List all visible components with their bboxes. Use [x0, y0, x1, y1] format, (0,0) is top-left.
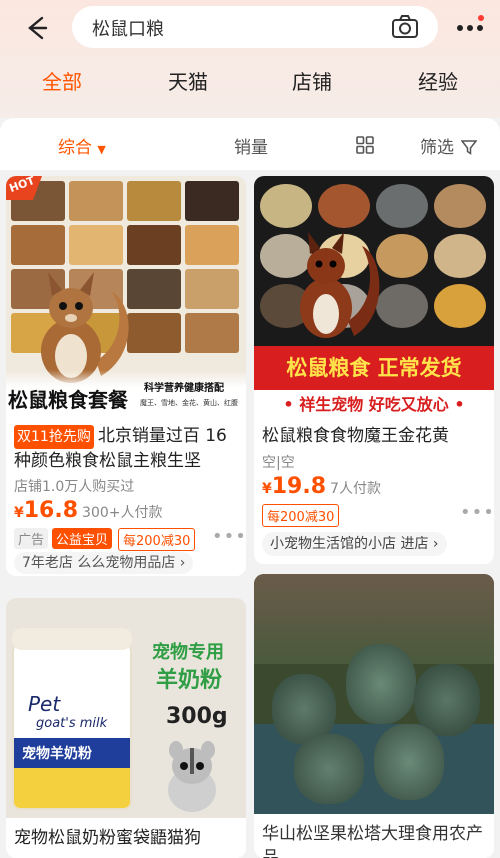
product-card-3[interactable]: Pet goat's milk 宠物羊奶粉 宠物专用 羊奶粉 300g 宠物松鼠…: [6, 598, 246, 858]
milk-can: Pet goat's milk 宠物羊奶粉: [12, 628, 132, 810]
pinecone: [414, 664, 480, 736]
price-value: 19.8: [271, 474, 327, 499]
image-caption-tiny: 魔王、雪地、金花、黄山、红腹: [140, 399, 238, 407]
image-caption-small: 科学营养健康搭配: [144, 383, 224, 394]
more-icon[interactable]: [455, 14, 485, 40]
pinecone: [374, 724, 444, 800]
product-title-2[interactable]: 松鼠粮食食物魔王金花黄: [262, 424, 488, 448]
price-row-1: ¥16.8 300+人付款: [14, 498, 162, 523]
tab-tmall[interactable]: 天猫: [148, 66, 228, 95]
discount-tag: 每200减30: [262, 504, 340, 527]
currency: ¥: [262, 481, 272, 497]
can-goat: goat's milk: [36, 716, 108, 731]
sugar-glider-illustration: [168, 741, 216, 812]
product-image-3[interactable]: Pet goat's milk 宠物羊奶粉 宠物专用 羊奶粉 300g: [6, 598, 246, 818]
product-card-4[interactable]: 华山松坚果松塔大理食用农产品: [254, 574, 494, 858]
filter-button[interactable]: 筛选: [420, 133, 478, 158]
caret-down-icon: ▼: [97, 143, 106, 156]
price-row-2: ¥19.8 7人付款: [262, 474, 381, 499]
filter-bar: 综合 ▼ 销量 筛选: [0, 118, 500, 170]
sold-count: 7人付款: [330, 481, 381, 497]
product-card-2[interactable]: 松鼠粮食 正常发货 • 祥生宠物 好吃又放心 • 松鼠粮食食物魔王金花黄 空|空…: [254, 176, 494, 564]
search-bar[interactable]: 松鼠口粮: [72, 6, 438, 48]
currency: ¥: [14, 505, 24, 521]
shop-link-2[interactable]: 小宠物生活馆的小店 进店 ›: [262, 532, 447, 556]
squirrel-illustration-2: [300, 232, 380, 338]
squirrel-illustration: [41, 272, 129, 383]
price-value: 16.8: [23, 498, 79, 523]
charity-tag: 公益宝贝: [52, 528, 113, 549]
slogan-bar: • 祥生宠物 好吃又放心 •: [254, 390, 494, 414]
grid-view-icon[interactable]: [356, 136, 374, 154]
tab-shops[interactable]: 店铺: [272, 66, 352, 95]
results-panel: 综合 ▼ 销量 筛选 HOT 松鼠粮食套餐 科学营养健康搭配 魔王、雪地、金花、…: [0, 118, 500, 858]
sort-comprehensive[interactable]: 综合 ▼: [58, 133, 106, 158]
discount-tag: 每200减30: [118, 528, 196, 551]
product-sub-2: 空|空: [262, 455, 295, 471]
shop-link-1[interactable]: 7年老店 么么宠物用品店 ›: [14, 552, 194, 574]
can-yellow: [14, 768, 130, 808]
product-image-2[interactable]: 松鼠粮食 正常发货 • 祥生宠物 好吃又放心 •: [254, 176, 494, 414]
product-image-4[interactable]: [254, 574, 494, 814]
camera-icon[interactable]: [390, 12, 420, 42]
image-caption-big: 松鼠粮食套餐: [8, 388, 128, 412]
weight-text: 300g: [166, 704, 228, 729]
sort-sales[interactable]: 销量: [234, 133, 268, 158]
product-card-1[interactable]: HOT 松鼠粮食套餐 科学营养健康搭配 魔王、雪地、金花、黄山、红腹 双11抢先…: [6, 176, 246, 576]
promo-badge: 双11抢先购: [14, 425, 94, 449]
more-dots-icon[interactable]: •••: [212, 526, 246, 547]
can-brand: Pet: [28, 692, 61, 716]
ad-big1: 宠物专用: [152, 642, 224, 663]
sold-count: 300+人付款: [82, 505, 163, 521]
back-arrow-icon[interactable]: [20, 12, 52, 44]
sort-label: 综合: [58, 138, 92, 158]
filter-label: 筛选: [420, 138, 454, 158]
can-lid: [12, 628, 132, 650]
product-title-1[interactable]: 双11抢先购 北京销量过百 16种颜色粮食松鼠主粮生坚: [14, 424, 240, 473]
shop-name: 7年老店 么么宠物用品店 ›: [22, 555, 186, 571]
banner-text: 松鼠粮食 正常发货: [286, 356, 462, 380]
more-dots-icon[interactable]: •••: [460, 502, 494, 523]
tab-all[interactable]: 全部: [22, 66, 102, 95]
top-bar: 松鼠口粮 全部 天猫 店铺 经验: [0, 0, 500, 118]
funnel-icon: [460, 140, 478, 155]
can-cn: 宠物羊奶粉: [22, 746, 92, 762]
pinecone: [346, 644, 416, 724]
slogan-text: • 祥生宠物 好吃又放心 •: [283, 395, 465, 414]
pinecone: [294, 734, 364, 804]
shop-buyers: 店铺1.0万人购买过: [14, 479, 135, 495]
tab-experience[interactable]: 经验: [398, 66, 478, 95]
product-title-3[interactable]: 宠物松鼠奶粉蜜袋鼯猫狗: [14, 826, 240, 850]
product-image-1[interactable]: HOT 松鼠粮食套餐 科学营养健康搭配 魔王、雪地、金花、黄山、红腹: [6, 176, 246, 414]
ad-big2: 羊奶粉: [156, 668, 223, 693]
can-band: 宠物羊奶粉: [14, 738, 130, 768]
search-query[interactable]: 松鼠口粮: [92, 15, 164, 41]
ad-tag: 广告: [14, 528, 49, 549]
tab-bar: 全部 天猫 店铺 经验: [0, 66, 500, 110]
red-banner: 松鼠粮食 正常发货: [254, 346, 494, 390]
